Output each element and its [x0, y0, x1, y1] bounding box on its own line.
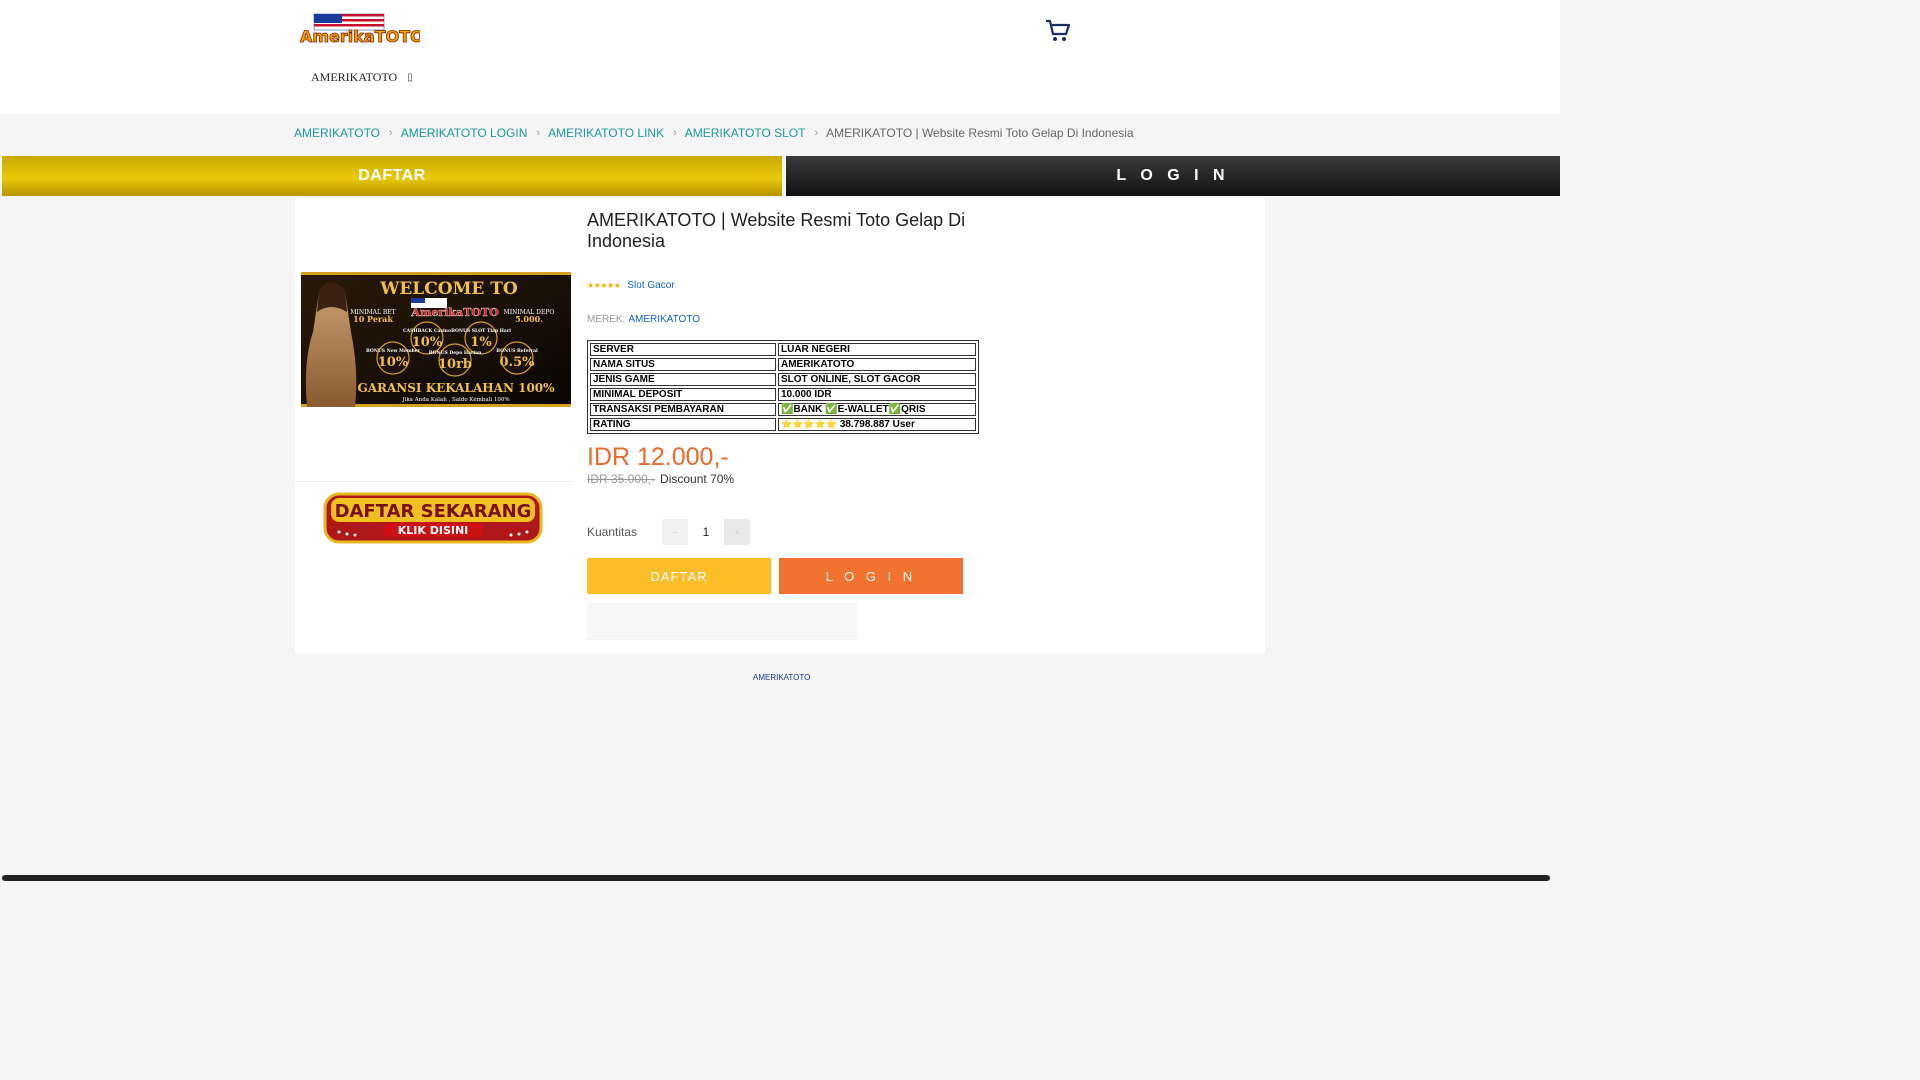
product-card: WELCOME TO AmerikaTOTO MINIMAL BET 10 Pe…	[295, 198, 1265, 653]
top-login-button[interactable]: L O G I N	[786, 156, 1560, 196]
site-logo[interactable]: AmerikaTOTO	[298, 12, 420, 46]
breadcrumb-link-login[interactable]: AMERIKATOTO LOGIN	[401, 126, 528, 140]
horizontal-scrollbar[interactable]	[2, 875, 1550, 881]
minus-icon: −	[672, 527, 678, 537]
table-row: RATING ⭐⭐⭐⭐⭐ 38.798.887 User	[590, 418, 976, 431]
spec-key: MINIMAL DEPOSIT	[590, 388, 776, 401]
spec-value-rating: ⭐⭐⭐⭐⭐ 38.798.887 User	[778, 418, 976, 431]
breadcrumb-link-slot[interactable]: AMERIKATOTO SLOT	[685, 126, 806, 140]
spec-value: ✅BANK ✅E-WALLET✅QRIS	[778, 403, 976, 416]
star-rating-icon: ★★★★★	[587, 281, 621, 290]
top-daftar-button[interactable]: DAFTAR	[2, 156, 782, 196]
register-now-banner-button[interactable]: DAFTAR SEKARANG KLIK DISINI	[323, 492, 543, 544]
current-price: IDR 12.000,-	[587, 443, 729, 471]
register-banner-sub: KLIK DISINI	[398, 524, 469, 537]
spec-value: LUAR NEGERI	[778, 343, 976, 356]
logo-text: AmerikaTOTO	[300, 27, 420, 46]
chevron-right-icon: ›	[673, 127, 677, 139]
spec-value: AMERIKATOTO	[778, 358, 976, 371]
quantity-decrease-button[interactable]: −	[662, 519, 688, 545]
spec-value: 10.000 IDR	[778, 388, 976, 401]
star-rating-icon: ⭐⭐⭐⭐⭐	[781, 419, 838, 429]
footer-link[interactable]: AMERIKATOTO	[753, 673, 810, 682]
spec-key: RATING	[590, 418, 776, 431]
chevron-right-icon: ›	[814, 127, 819, 139]
table-row: MINIMAL DEPOSIT 10.000 IDR	[590, 388, 976, 401]
table-row: NAMA SITUS AMERIKATOTO	[590, 358, 976, 371]
spec-table: SERVER LUAR NEGERI NAMA SITUS AMERIKATOT…	[587, 340, 979, 434]
banner-min-depo-value: 5.000.	[515, 314, 543, 324]
discount-label: Discount 70%	[660, 472, 735, 486]
banner-bonus-ref-label: BONUS Referral	[496, 348, 538, 354]
breadcrumb-current: AMERIKATOTO | Website Resmi Toto Gelap D…	[826, 126, 1134, 140]
spec-key: NAMA SITUS	[590, 358, 776, 371]
banner-guarantee-text: GARANSI KEKALAHAN 100%	[357, 381, 555, 395]
login-button[interactable]: L O G I N	[779, 558, 963, 594]
brand-row: MEREK: AMERIKATOTO	[587, 314, 700, 325]
price-row: IDR 35.000,- Discount 70%	[587, 472, 734, 486]
brand-link[interactable]: AMERIKATOTO	[628, 314, 700, 325]
banner-cashback-value: 10%	[412, 335, 443, 350]
spec-key: TRANSAKSI PEMBAYARAN	[590, 403, 776, 416]
nav-menu-label: AMERIKATOTO	[311, 70, 398, 84]
caret-down-icon: ▯	[407, 72, 413, 83]
quantity-input[interactable]	[691, 519, 721, 545]
quantity-increase-button[interactable]: +	[724, 519, 750, 545]
spec-key: JENIS GAME	[590, 373, 776, 386]
brand-label: MEREK:	[587, 314, 626, 325]
banner-welcome-text: WELCOME TO	[379, 279, 518, 299]
cart-button[interactable]	[1044, 18, 1072, 44]
quantity-label: Kuantitas	[587, 525, 638, 539]
banner-min-bet-value: 10 Perak	[353, 314, 393, 324]
chevron-right-icon: ›	[389, 127, 393, 139]
chevron-right-icon: ›	[536, 127, 541, 139]
spec-value: SLOT ONLINE, SLOT GACOR	[778, 373, 976, 386]
table-row: JENIS GAME SLOT ONLINE, SLOT GACOR	[590, 373, 976, 386]
banner-bonus-member-label: BONUS New Member	[366, 348, 421, 354]
rating-tag-link[interactable]: Slot Gacor	[627, 280, 674, 291]
breadcrumb: AMERIKATOTO › AMERIKATOTO LOGIN › AMERIK…	[294, 126, 1134, 140]
banner-bonus-slot-value: 1%	[470, 335, 492, 350]
banner-bonus-ref-value: 0.5%	[500, 355, 536, 370]
table-row: TRANSAKSI PEMBAYARAN ✅BANK ✅E-WALLET✅QRI…	[590, 403, 976, 416]
nav-menu-amerikatoto[interactable]: AMERIKATOTO ▯	[311, 70, 413, 85]
cart-icon	[1046, 19, 1071, 41]
rating-row: ★★★★★ Slot Gacor	[587, 280, 675, 291]
table-row: SERVER LUAR NEGERI	[590, 343, 976, 356]
divider	[295, 481, 572, 482]
banner-brand-text: AmerikaTOTO	[410, 306, 499, 319]
breadcrumb-link-home[interactable]: AMERIKATOTO	[294, 126, 380, 140]
banner-bonus-slot-label: BONUS SLOT Tiap Hari	[451, 328, 511, 334]
daftar-button[interactable]: DAFTAR	[587, 558, 771, 594]
promo-banner-image: WELCOME TO AmerikaTOTO MINIMAL BET 10 Pe…	[301, 272, 571, 407]
empty-panel	[587, 603, 857, 640]
banner-guarantee-sub: Jika Anda Kalah , Saldo Kembali 100%	[401, 397, 509, 403]
banner-bonus-member-value: 10%	[378, 355, 409, 370]
register-banner-title: DAFTAR SEKARANG	[335, 501, 532, 522]
banner-bonus-depo-label: BONUS Depo Harian	[429, 350, 482, 356]
banner-cashback-label: CASHBACK Casino	[403, 328, 451, 334]
old-price: IDR 35.000,-	[587, 472, 656, 486]
product-title: AMERIKATOTO | Website Resmi Toto Gelap D…	[587, 210, 966, 251]
breadcrumb-link-link[interactable]: AMERIKATOTO LINK	[548, 126, 664, 140]
rating-count: 38.798.887 User	[839, 419, 915, 430]
spec-key: SERVER	[590, 343, 776, 356]
banner-bonus-depo-value: 10rb	[438, 357, 472, 372]
site-header: AmerikaTOTO AMERIKATOTO ▯	[0, 0, 1560, 114]
plus-icon: +	[734, 527, 740, 537]
